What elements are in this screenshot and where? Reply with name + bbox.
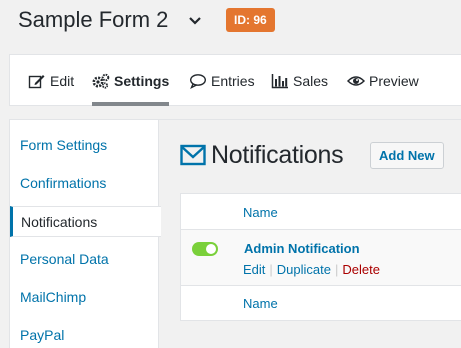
toggle-knob	[206, 244, 216, 254]
notification-name-link[interactable]: Admin Notification	[244, 241, 360, 256]
separator: |	[269, 262, 273, 277]
add-new-button[interactable]: Add New	[370, 142, 444, 169]
duplicate-link[interactable]: Duplicate	[277, 262, 331, 277]
sidebar-item-personal-data[interactable]: Personal Data	[10, 244, 160, 275]
tab-sales[interactable]: Sales	[271, 55, 328, 106]
edit-link[interactable]: Edit	[243, 262, 265, 277]
row-actions: Edit | Duplicate | Delete	[243, 262, 380, 277]
tab-entries[interactable]: Entries	[189, 55, 255, 106]
sidebar-item-mailchimp[interactable]: MailChimp	[10, 282, 160, 313]
sidebar-item-form-settings[interactable]: Form Settings	[10, 130, 160, 161]
form-header: Sample Form 2 ID: 96	[0, 0, 461, 44]
sidebar-item-confirmations[interactable]: Confirmations	[10, 168, 160, 199]
tab-edit[interactable]: Edit	[28, 55, 74, 106]
form-toolbar: Edit Settings Entries Sales Preview	[9, 54, 461, 106]
page-title: Notifications	[211, 140, 344, 169]
tab-edit-label: Edit	[50, 72, 75, 89]
sidebar-item-paypal[interactable]: PayPal	[10, 320, 160, 348]
sidebar-item-notifications[interactable]: Notifications	[10, 206, 161, 237]
notifications-table: Name Admin Notification Edit | Duplicate | D…	[180, 193, 461, 321]
edit-icon	[28, 74, 45, 88]
form-id-badge: ID: 96	[226, 8, 275, 32]
tab-settings-label: Settings	[114, 72, 170, 89]
chevron-down-icon[interactable]	[188, 16, 202, 26]
form-title: Sample Form 2	[18, 7, 169, 32]
column-footer-name[interactable]: Name	[243, 296, 278, 311]
tab-entries-label: Entries	[211, 72, 255, 89]
active-toggle[interactable]	[192, 242, 218, 256]
speech-bubble-icon	[189, 73, 207, 89]
page-heading: Notifications	[180, 138, 344, 172]
tab-sales-label: Sales	[293, 72, 329, 89]
settings-sidebar: Form Settings Confirmations Notification…	[9, 119, 161, 348]
table-row: Admin Notification Edit | Duplicate | Delete	[181, 229, 461, 286]
envelope-icon	[180, 144, 206, 166]
tab-settings[interactable]: Settings	[92, 55, 170, 106]
eye-icon	[347, 75, 365, 86]
tab-preview-label: Preview	[369, 72, 419, 89]
gears-icon	[92, 73, 110, 89]
bar-chart-icon	[271, 73, 288, 88]
tab-preview[interactable]: Preview	[347, 55, 419, 106]
column-header-name[interactable]: Name	[243, 205, 278, 220]
separator: |	[335, 262, 339, 277]
delete-link[interactable]: Delete	[342, 262, 380, 277]
